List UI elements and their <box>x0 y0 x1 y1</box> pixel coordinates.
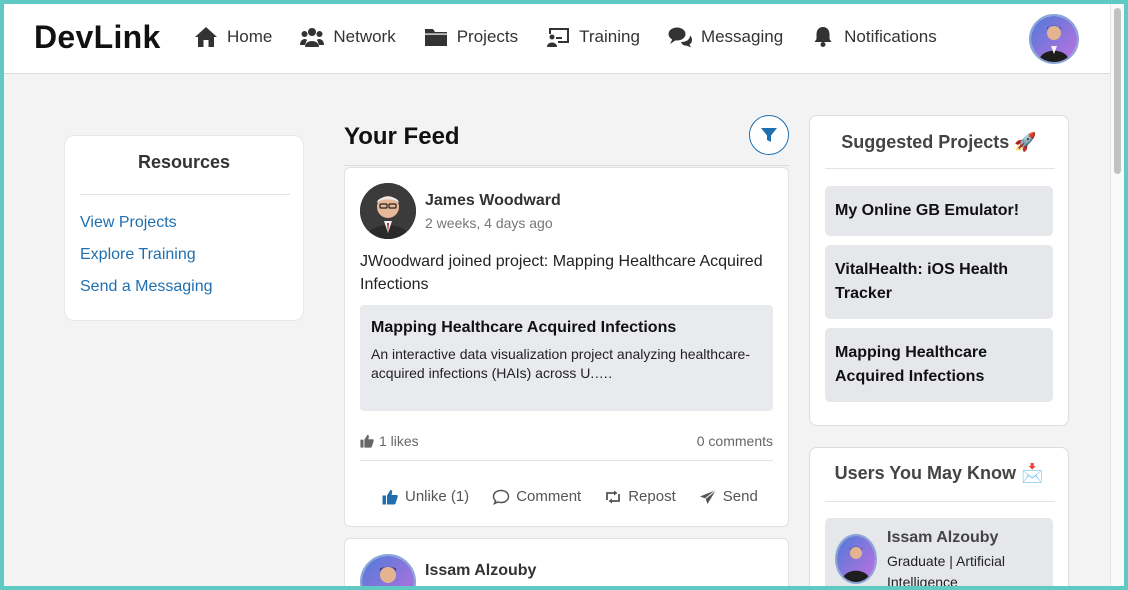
project-preview[interactable]: Mapping Healthcare Acquired Infections A… <box>360 305 773 411</box>
users-you-may-know-title: Users You May Know 📩 <box>834 463 1044 483</box>
nav-training[interactable]: Training <box>546 26 640 48</box>
repost-label: Repost <box>628 488 676 505</box>
post-author-name[interactable]: James Woodward <box>425 192 561 210</box>
page-scrollbar[interactable] <box>1110 4 1124 586</box>
post-text: JWoodward joined project: Mapping Health… <box>360 253 763 293</box>
comments-count[interactable]: 0 comments <box>697 433 773 449</box>
project-preview-title: Mapping Healthcare Acquired Infections <box>371 319 677 336</box>
post-author-avatar[interactable] <box>360 183 416 239</box>
suggested-user-item[interactable]: Issam Alzouby Graduate | Artificial Inte… <box>825 518 1053 586</box>
nav-network[interactable]: Network <box>300 26 396 48</box>
users-you-may-know-card: Users You May Know 📩 Issam Alzouby Gradu… <box>809 447 1069 586</box>
nav-notifications[interactable]: Notifications <box>811 26 937 48</box>
suggested-projects-card: Suggested Projects 🚀 My Online GB Emulat… <box>809 115 1069 426</box>
unlike-label: Unlike (1) <box>405 488 470 505</box>
comment-icon <box>492 489 510 505</box>
send-icon <box>699 489 717 504</box>
suggested-project-item[interactable]: Mapping Healthcare Acquired Infections <box>825 328 1053 402</box>
send-label: Send <box>722 488 758 505</box>
nav-notifications-label: Notifications <box>844 27 937 46</box>
repost-icon <box>606 490 621 503</box>
nav-messaging[interactable]: Messaging <box>668 26 783 48</box>
main-nav: Home Network Projects Training Messaging… <box>194 26 965 48</box>
presentation-icon <box>547 28 570 47</box>
send-button[interactable]: Send <box>699 488 758 505</box>
divider <box>825 501 1055 502</box>
folder-icon <box>424 29 447 46</box>
nav-messaging-label: Messaging <box>700 27 784 46</box>
likes-label: 1 likes <box>379 433 419 449</box>
thumbs-up-icon <box>382 489 398 504</box>
nav-network-label: Network <box>333 27 396 46</box>
suggested-projects-title: Suggested Projects 🚀 <box>841 132 1037 152</box>
post-actions: Unlike (1) Comment Repost Send <box>381 488 781 505</box>
thumbs-up-icon <box>360 434 374 448</box>
explore-training-link[interactable]: Explore Training <box>80 246 196 264</box>
filter-icon <box>761 128 777 142</box>
bell-icon <box>814 27 832 47</box>
unlike-button[interactable]: Unlike (1) <box>381 488 469 505</box>
post-author-avatar[interactable] <box>360 554 416 586</box>
feed-title: Your Feed <box>344 123 460 150</box>
divider <box>80 194 290 195</box>
user-name: Issam Alzouby <box>887 529 999 546</box>
suggested-project-item[interactable]: My Online GB Emulator! <box>825 186 1053 236</box>
top-nav-bar: DevLink Home Network Projects Training M… <box>4 4 1110 74</box>
divider <box>360 460 773 461</box>
nav-home-label: Home <box>227 27 273 46</box>
scrollbar-thumb[interactable] <box>1114 8 1121 174</box>
users-icon <box>300 28 325 47</box>
likes-count: 1 likes <box>360 433 419 449</box>
suggested-project-item[interactable]: VitalHealth: iOS Health Tracker <box>825 245 1053 319</box>
resources-card: Resources View Projects Explore Training… <box>64 135 304 321</box>
profile-avatar[interactable] <box>1029 14 1079 64</box>
user-avatar <box>835 534 877 584</box>
nav-training-label: Training <box>579 27 640 46</box>
send-messaging-link[interactable]: Send a Messaging <box>80 278 213 296</box>
divider <box>344 165 789 166</box>
feed-post: James Woodward 2 weeks, 4 days ago JWood… <box>344 167 789 527</box>
user-bio: Graduate | Artificial Intelligence <box>887 553 1006 586</box>
nav-home[interactable]: Home <box>194 26 272 48</box>
post-timestamp: 2 weeks, 4 days ago <box>425 215 553 231</box>
project-preview-description: An interactive data visualization projec… <box>371 346 750 381</box>
comment-button[interactable]: Comment <box>492 488 581 505</box>
nav-projects[interactable]: Projects <box>424 26 518 48</box>
post-author-name[interactable]: Issam Alzouby <box>425 562 536 580</box>
comment-label: Comment <box>516 488 582 505</box>
resources-title: Resources <box>137 152 231 172</box>
logo[interactable]: DevLink <box>34 19 161 56</box>
app-window: DevLink Home Network Projects Training M… <box>4 4 1124 586</box>
view-projects-link[interactable]: View Projects <box>80 214 177 232</box>
repost-button[interactable]: Repost <box>604 488 676 505</box>
chat-icon <box>668 27 692 48</box>
divider <box>825 168 1055 169</box>
filter-button[interactable] <box>749 115 789 155</box>
home-icon <box>195 27 217 47</box>
feed-post: Issam Alzouby <box>344 538 789 586</box>
nav-projects-label: Projects <box>456 27 519 46</box>
